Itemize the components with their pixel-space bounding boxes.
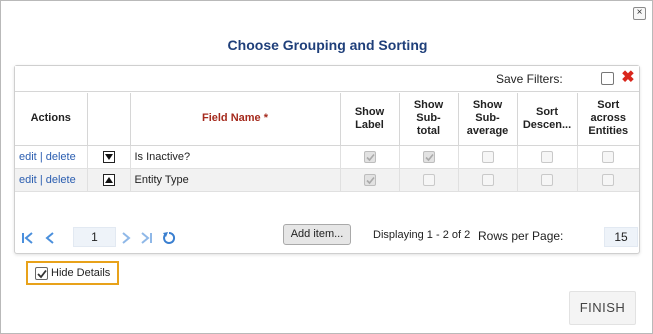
header-line: across	[590, 112, 626, 125]
grid-panel: Save Filters: ✖ Actions Field Name * Sho…	[14, 65, 640, 254]
show-subaverage-checkbox[interactable]	[481, 173, 494, 186]
page-number-input[interactable]: 1	[73, 227, 116, 247]
col-header-show-label: Show Label	[339, 93, 400, 146]
previous-page-icon[interactable]	[43, 231, 57, 245]
sort-across-entities-cell	[576, 144, 639, 169]
grouping-sorting-dialog: × Choose Grouping and Sorting Save Filte…	[0, 0, 653, 334]
show-label-checkbox[interactable]	[363, 150, 376, 163]
col-header-field-name: Field Name *	[129, 93, 341, 146]
sort-descending-cell	[516, 144, 578, 169]
sort-descending-cell	[516, 167, 578, 192]
clear-filters-icon[interactable]: ✖	[620, 69, 636, 87]
col-header-sort-descending: Sort Descen...	[516, 93, 578, 146]
hide-details-checkbox[interactable]	[35, 267, 48, 280]
show-label-cell	[339, 144, 400, 169]
pager-bar: 1 Add item... Displaying 1 - 2 of 2 Rows…	[15, 224, 639, 252]
show-subtotal-checkbox[interactable]	[422, 173, 435, 186]
table-row: edit | delete Entity Type	[15, 167, 639, 192]
col-header-sort	[86, 93, 131, 146]
grouping-table: Actions Field Name * Show Label Show Sub…	[15, 93, 639, 192]
header-line: Show	[413, 99, 444, 112]
show-subaverage-cell	[457, 144, 518, 169]
rows-per-page-input[interactable]: 15	[604, 227, 638, 247]
grid-toolbar: Save Filters: ✖	[15, 66, 639, 92]
sort-across-entities-cell	[576, 167, 639, 192]
header-line: Entities	[588, 125, 629, 138]
refresh-icon[interactable]	[162, 231, 176, 245]
show-subaverage-checkbox[interactable]	[481, 150, 494, 163]
sort-across-entities-checkbox[interactable]	[602, 150, 615, 163]
add-item-button[interactable]: Add item...	[283, 224, 351, 245]
dialog-title: Choose Grouping and Sorting	[227, 37, 428, 53]
hide-details-label: Hide Details	[51, 267, 111, 279]
table-header-row: Actions Field Name * Show Label Show Sub…	[15, 93, 639, 146]
sort-descending-checkbox[interactable]	[541, 173, 553, 186]
header-line: Show	[354, 105, 385, 118]
header-line: Sub-	[416, 112, 441, 125]
col-header-show-subtotal: Show Sub- total	[398, 93, 459, 146]
header-line: Sort	[536, 105, 558, 118]
edit-link[interactable]: edit	[19, 174, 37, 186]
show-label-cell	[339, 167, 400, 192]
show-label-checkbox[interactable]	[363, 173, 376, 186]
col-header-show-subaverage: Show Sub- average	[457, 93, 518, 146]
table-row: edit | delete Is Inactive?	[15, 144, 639, 169]
finish-button[interactable]: FINISH	[569, 291, 636, 325]
triangle-up-icon[interactable]	[102, 173, 115, 186]
header-line: Sort	[597, 99, 620, 112]
next-page-icon[interactable]	[119, 231, 133, 245]
header-line: average	[466, 125, 509, 138]
delete-link[interactable]: delete	[46, 151, 76, 163]
field-name-cell: Is Inactive?	[129, 144, 341, 169]
header-line: total	[416, 125, 441, 138]
first-page-icon[interactable]	[21, 231, 35, 245]
col-header-actions: Actions	[15, 93, 88, 146]
displaying-count: Displaying 1 - 2 of 2	[373, 229, 471, 241]
show-subtotal-cell	[398, 144, 459, 169]
hide-details-toggle[interactable]: Hide Details	[26, 261, 119, 285]
col-header-sort-across-entities: Sort across Entities	[576, 93, 639, 146]
sort-cell	[86, 144, 131, 169]
actions-separator: |	[39, 150, 43, 163]
show-subtotal-cell	[398, 167, 459, 192]
header-line: Descen...	[522, 118, 572, 131]
header-line: Label	[355, 118, 384, 131]
save-filters-checkbox[interactable]	[601, 72, 614, 85]
show-subaverage-cell	[457, 167, 518, 192]
delete-link[interactable]: delete	[46, 174, 76, 186]
close-icon[interactable]: ×	[633, 7, 646, 20]
actions-cell: edit | delete	[15, 144, 88, 169]
actions-separator: |	[39, 173, 43, 186]
sort-across-entities-checkbox[interactable]	[602, 173, 615, 186]
show-subtotal-checkbox[interactable]	[422, 150, 435, 163]
sort-cell	[86, 167, 131, 192]
edit-link[interactable]: edit	[19, 151, 37, 163]
save-filters-label: Save Filters:	[496, 72, 563, 86]
header-line: Show	[472, 99, 503, 112]
triangle-down-icon[interactable]	[102, 150, 115, 163]
sort-descending-checkbox[interactable]	[541, 150, 553, 163]
rows-per-page-label: Rows per Page:	[478, 229, 564, 243]
last-page-icon[interactable]	[139, 231, 153, 245]
actions-cell: edit | delete	[15, 167, 88, 192]
header-line: Sub-	[475, 112, 500, 125]
field-name-cell: Entity Type	[129, 167, 341, 192]
